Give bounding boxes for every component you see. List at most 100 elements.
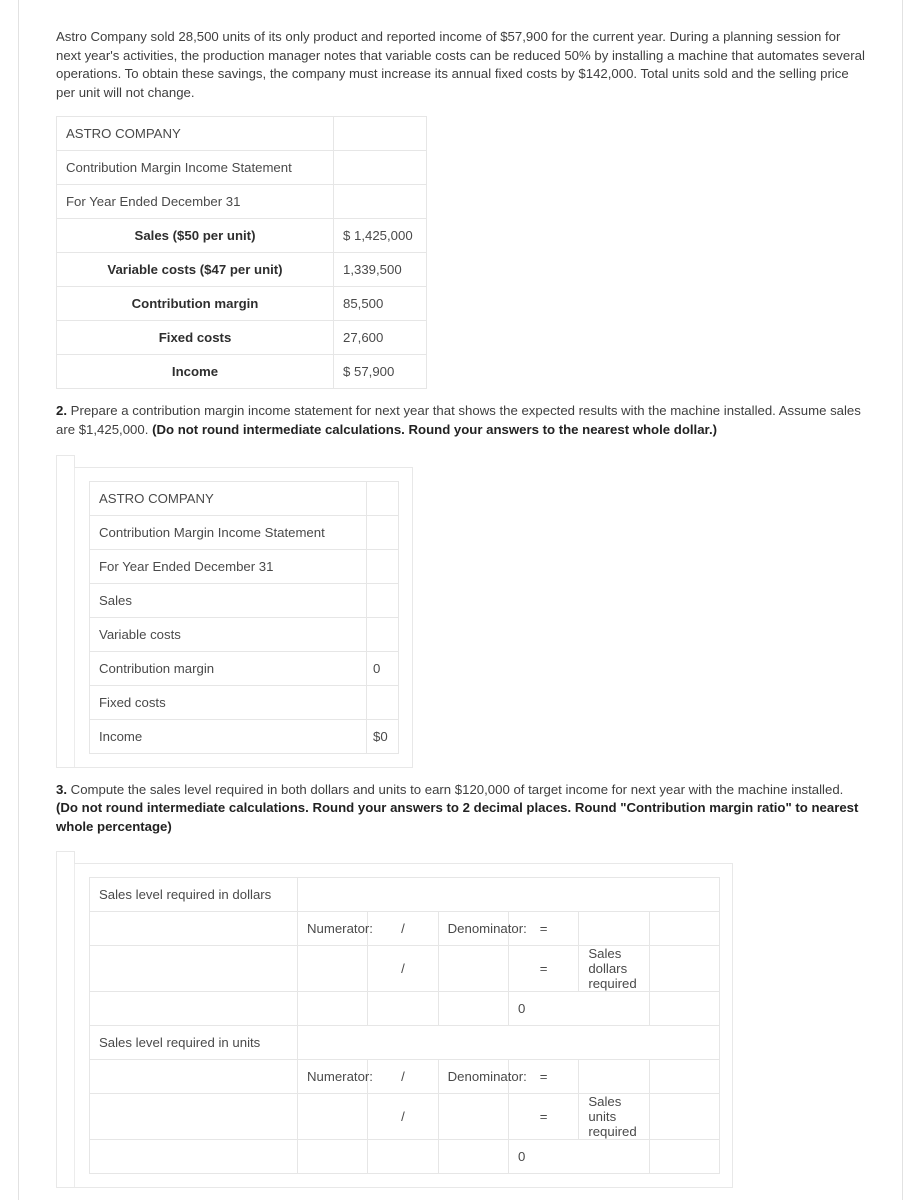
numerator-label-dollars: Numerator: [296,911,373,947]
page-frame: Astro Company sold 28,500 units of its o… [18,0,903,1200]
question-3-text: 3. Compute the sales level required in b… [56,781,866,837]
given-row-value-fixed-costs: 27,600 [333,320,427,356]
sales-units-label-input-1[interactable] [89,1059,298,1095]
given-row-label-variable-costs: Variable costs ($47 per unit) [56,252,334,288]
problem-intro-text: Astro Company sold 28,500 units of its o… [56,29,865,100]
table-row: Variable costs ($47 per unit) 1,339,500 [56,252,427,288]
panel-corner-tab [56,851,75,865]
sales-dollars-label-input-2[interactable] [89,945,298,993]
sales-dollars-label-input-3[interactable] [89,991,298,1027]
question-3-number: 3. [56,781,67,797]
equals-sign-icon: = [507,1093,580,1141]
question-2-emphasis: (Do not round intermediate calculations.… [152,421,718,437]
question-3-emphasis: (Do not round intermediate calculations.… [56,800,859,834]
table-row: 0 [89,1139,721,1175]
sales-units-result-header [578,1059,650,1095]
sales-level-dollars-heading: Sales level required in dollars [89,877,298,913]
spacer-cell [297,1025,720,1061]
answer-statement-period: For Year Ended December 31 [89,548,367,584]
table-row: Sales level required in units [89,1025,720,1061]
sales-units-numerator-total[interactable] [296,1139,369,1175]
sales-dollars-numerator-total[interactable] [296,991,369,1027]
table-row: Income $ 57,900 [56,354,427,390]
answer-row-label-income: Income [89,718,367,754]
equals-sign-icon: = [507,945,580,993]
table-row: ASTRO COMPANY [56,116,427,152]
table-row: For Year Ended December 31 [89,548,399,584]
given-row-label-fixed-costs: Fixed costs [56,320,334,356]
sales-dollars-label-input-1[interactable] [89,911,298,947]
spacer-cell [648,945,721,993]
sales-units-tail-cell [648,1139,721,1175]
table-row: Numerator: / Denominator: = [89,1059,721,1095]
given-company-name: ASTRO COMPANY [56,116,334,152]
answer-input-fixed-costs[interactable] [366,684,399,720]
sales-dollars-total-value: 0 [507,991,650,1027]
answer-row-label-variable-costs: Variable costs [89,616,367,652]
denominator-label-units: Denominator: [437,1059,527,1095]
spacer-cell [366,480,399,516]
answer-value-income: $0 [366,718,399,754]
given-row-label-sales: Sales ($50 per unit) [56,218,334,254]
sales-units-total-value: 0 [507,1139,650,1175]
spacer-cell [648,911,721,947]
given-income-statement-table: ASTRO COMPANY Contribution Margin Income… [56,116,427,390]
table-row: Contribution margin 85,500 [56,286,427,322]
answer-input-variable-costs[interactable] [366,616,399,652]
given-statement-title: Contribution Margin Income Statement [56,150,334,186]
empty-cell [367,991,439,1027]
table-row: Numerator: / Denominator: = [89,911,721,947]
table-row: Sales level required in dollars [89,877,720,913]
panel-corner-tab [56,454,75,468]
sales-units-denominator-input[interactable] [437,1093,509,1141]
table-row: 0 [89,991,721,1027]
sales-units-required-label: Sales units required [578,1093,650,1141]
spacer-cell [366,548,399,584]
given-row-value-contribution-margin: 85,500 [333,286,427,322]
sales-units-label-input-3[interactable] [89,1139,298,1175]
table-row: Variable costs [89,616,399,652]
answer-statement-title: Contribution Margin Income Statement [89,514,367,550]
divide-slash-icon: / [367,911,439,947]
given-statement-period: For Year Ended December 31 [56,184,334,220]
divide-slash-icon: / [367,1059,439,1095]
answer-value-contribution-margin: 0 [366,650,399,686]
question-2-text: 2. Prepare a contribution margin income … [56,402,866,439]
sales-dollars-result-header [578,911,650,947]
given-row-value-income: $ 57,900 [333,354,427,390]
sales-dollars-required-label: Sales dollars required [578,945,650,993]
sales-dollars-denominator-input[interactable] [437,945,509,993]
sales-dollars-denominator-total[interactable] [437,991,509,1027]
answer-panel-question-2: ASTRO COMPANY Contribution Margin Income… [56,454,413,768]
table-row: Fixed costs [89,684,399,720]
table-row: / = Sales units required [89,1093,721,1141]
spacer-cell [333,184,427,220]
given-row-label-income: Income [56,354,334,390]
question-3-body: Compute the sales level required in both… [67,781,844,797]
table-row: / = Sales dollars required [89,945,721,993]
spacer-cell [648,1059,721,1095]
denominator-label-dollars: Denominator: [437,911,527,947]
divide-slash-icon: / [367,945,439,993]
sales-units-label-input-2[interactable] [89,1093,298,1141]
answer-row-label-fixed-costs: Fixed costs [89,684,367,720]
numerator-label-units: Numerator: [296,1059,373,1095]
sales-dollars-tail-cell [648,991,721,1027]
table-row: ASTRO COMPANY [89,480,399,516]
question-2-number: 2. [56,403,67,419]
spacer-cell [648,1093,721,1141]
spacer-cell [333,150,427,186]
sales-units-numerator-input[interactable] [296,1093,369,1141]
answer-row-label-sales: Sales [89,582,367,618]
sales-level-units-heading: Sales level required in units [89,1025,298,1061]
sales-level-required-table: Sales level required in dollars Numerato… [89,877,721,1175]
spacer-cell [366,514,399,550]
answer-income-statement-table: ASTRO COMPANY Contribution Margin Income… [89,480,399,754]
sales-dollars-numerator-input[interactable] [296,945,369,993]
divide-slash-icon: / [367,1093,439,1141]
answer-input-sales[interactable] [366,582,399,618]
answer-row-label-contribution-margin: Contribution margin [89,650,367,686]
sales-units-denominator-total[interactable] [437,1139,509,1175]
table-row: Fixed costs 27,600 [56,320,427,356]
table-row: For Year Ended December 31 [56,184,427,220]
